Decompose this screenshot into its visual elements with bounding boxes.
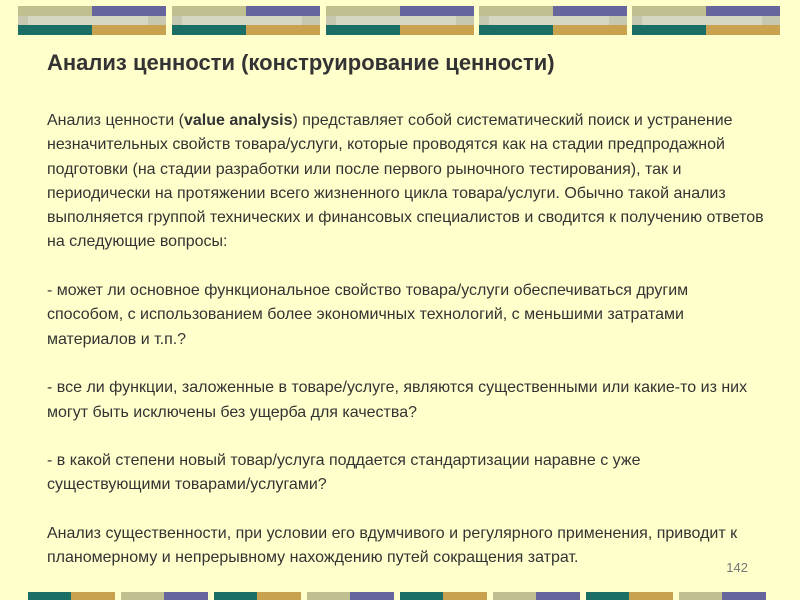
bottom-decorative-band (0, 592, 800, 600)
question-2: - все ли функции, заложенные в товаре/ус… (47, 379, 748, 421)
slide-body: Анализ ценности (value analysis) предста… (47, 109, 767, 571)
intro-paragraph: Анализ ценности (value analysis) предста… (47, 109, 767, 255)
question-1: - может ли основное функциональное свойс… (47, 282, 689, 348)
decorative-tile (632, 6, 780, 36)
decorative-tile (172, 6, 320, 36)
slide-title: Анализ ценности (конструирование ценност… (47, 50, 555, 75)
conclusion-paragraph: Анализ существенности, при условии его в… (47, 525, 738, 567)
decorative-tile (18, 6, 166, 36)
top-decorative-band (0, 6, 800, 36)
page-number: 142 (726, 560, 748, 575)
intro-text-end: ) представляет собой систематический пои… (47, 112, 764, 251)
decorative-tile (479, 6, 627, 36)
intro-text-start: Анализ ценности ( (47, 112, 184, 129)
decorative-tile (326, 6, 474, 36)
intro-term: value analysis (183, 112, 293, 129)
question-3: - в какой степени новый товар/услуга под… (47, 452, 641, 494)
